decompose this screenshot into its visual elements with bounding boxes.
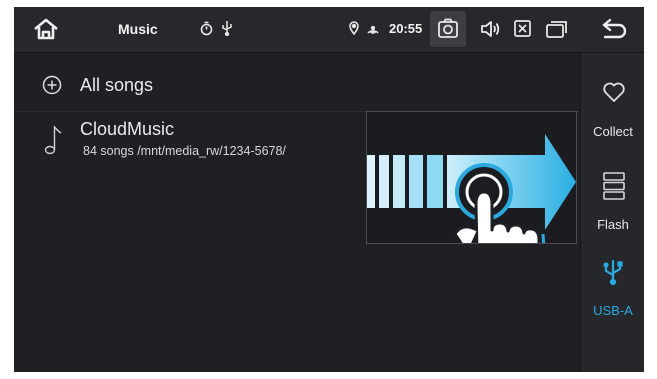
- camera-icon: [438, 18, 458, 38]
- heart-icon[interactable]: [602, 81, 626, 103]
- volume-icon[interactable]: [480, 20, 500, 38]
- home-icon[interactable]: [32, 17, 60, 41]
- sidebar-item-usb-a[interactable]: USB-A: [581, 303, 644, 318]
- back-icon[interactable]: [600, 18, 628, 40]
- add-circle-icon: [42, 75, 62, 95]
- status-bar: Music 20:55: [14, 7, 644, 53]
- all-songs-row[interactable]: All songs: [14, 55, 579, 112]
- app-title: Music: [118, 21, 158, 37]
- storage-icon[interactable]: [603, 171, 625, 201]
- music-app-screen: Music 20:55 All songs CloudMusic 84 song…: [14, 7, 644, 372]
- camera-button[interactable]: [430, 11, 466, 47]
- cast-icon: [366, 21, 380, 35]
- usb-status-icon: [222, 20, 232, 37]
- swipe-gesture-overlay: [366, 111, 577, 244]
- source-sidebar: Collect Flash USB-A: [580, 53, 644, 372]
- folder-title: CloudMusic: [80, 119, 175, 139]
- clock: 20:55: [389, 21, 423, 36]
- close-box-icon[interactable]: [514, 20, 531, 37]
- location-icon: [349, 21, 359, 36]
- usb-icon[interactable]: [603, 259, 623, 286]
- music-note-icon: [44, 123, 64, 157]
- timer-icon: [200, 21, 213, 36]
- folder-subtitle: 84 songs /mnt/media_rw/1234-5678/: [83, 144, 286, 158]
- swipe-hand-icon: [367, 134, 576, 243]
- sidebar-item-flash[interactable]: Flash: [581, 217, 644, 232]
- all-songs-label: All songs: [80, 75, 154, 95]
- sidebar-item-collect[interactable]: Collect: [581, 124, 644, 139]
- windows-icon[interactable]: [546, 20, 568, 38]
